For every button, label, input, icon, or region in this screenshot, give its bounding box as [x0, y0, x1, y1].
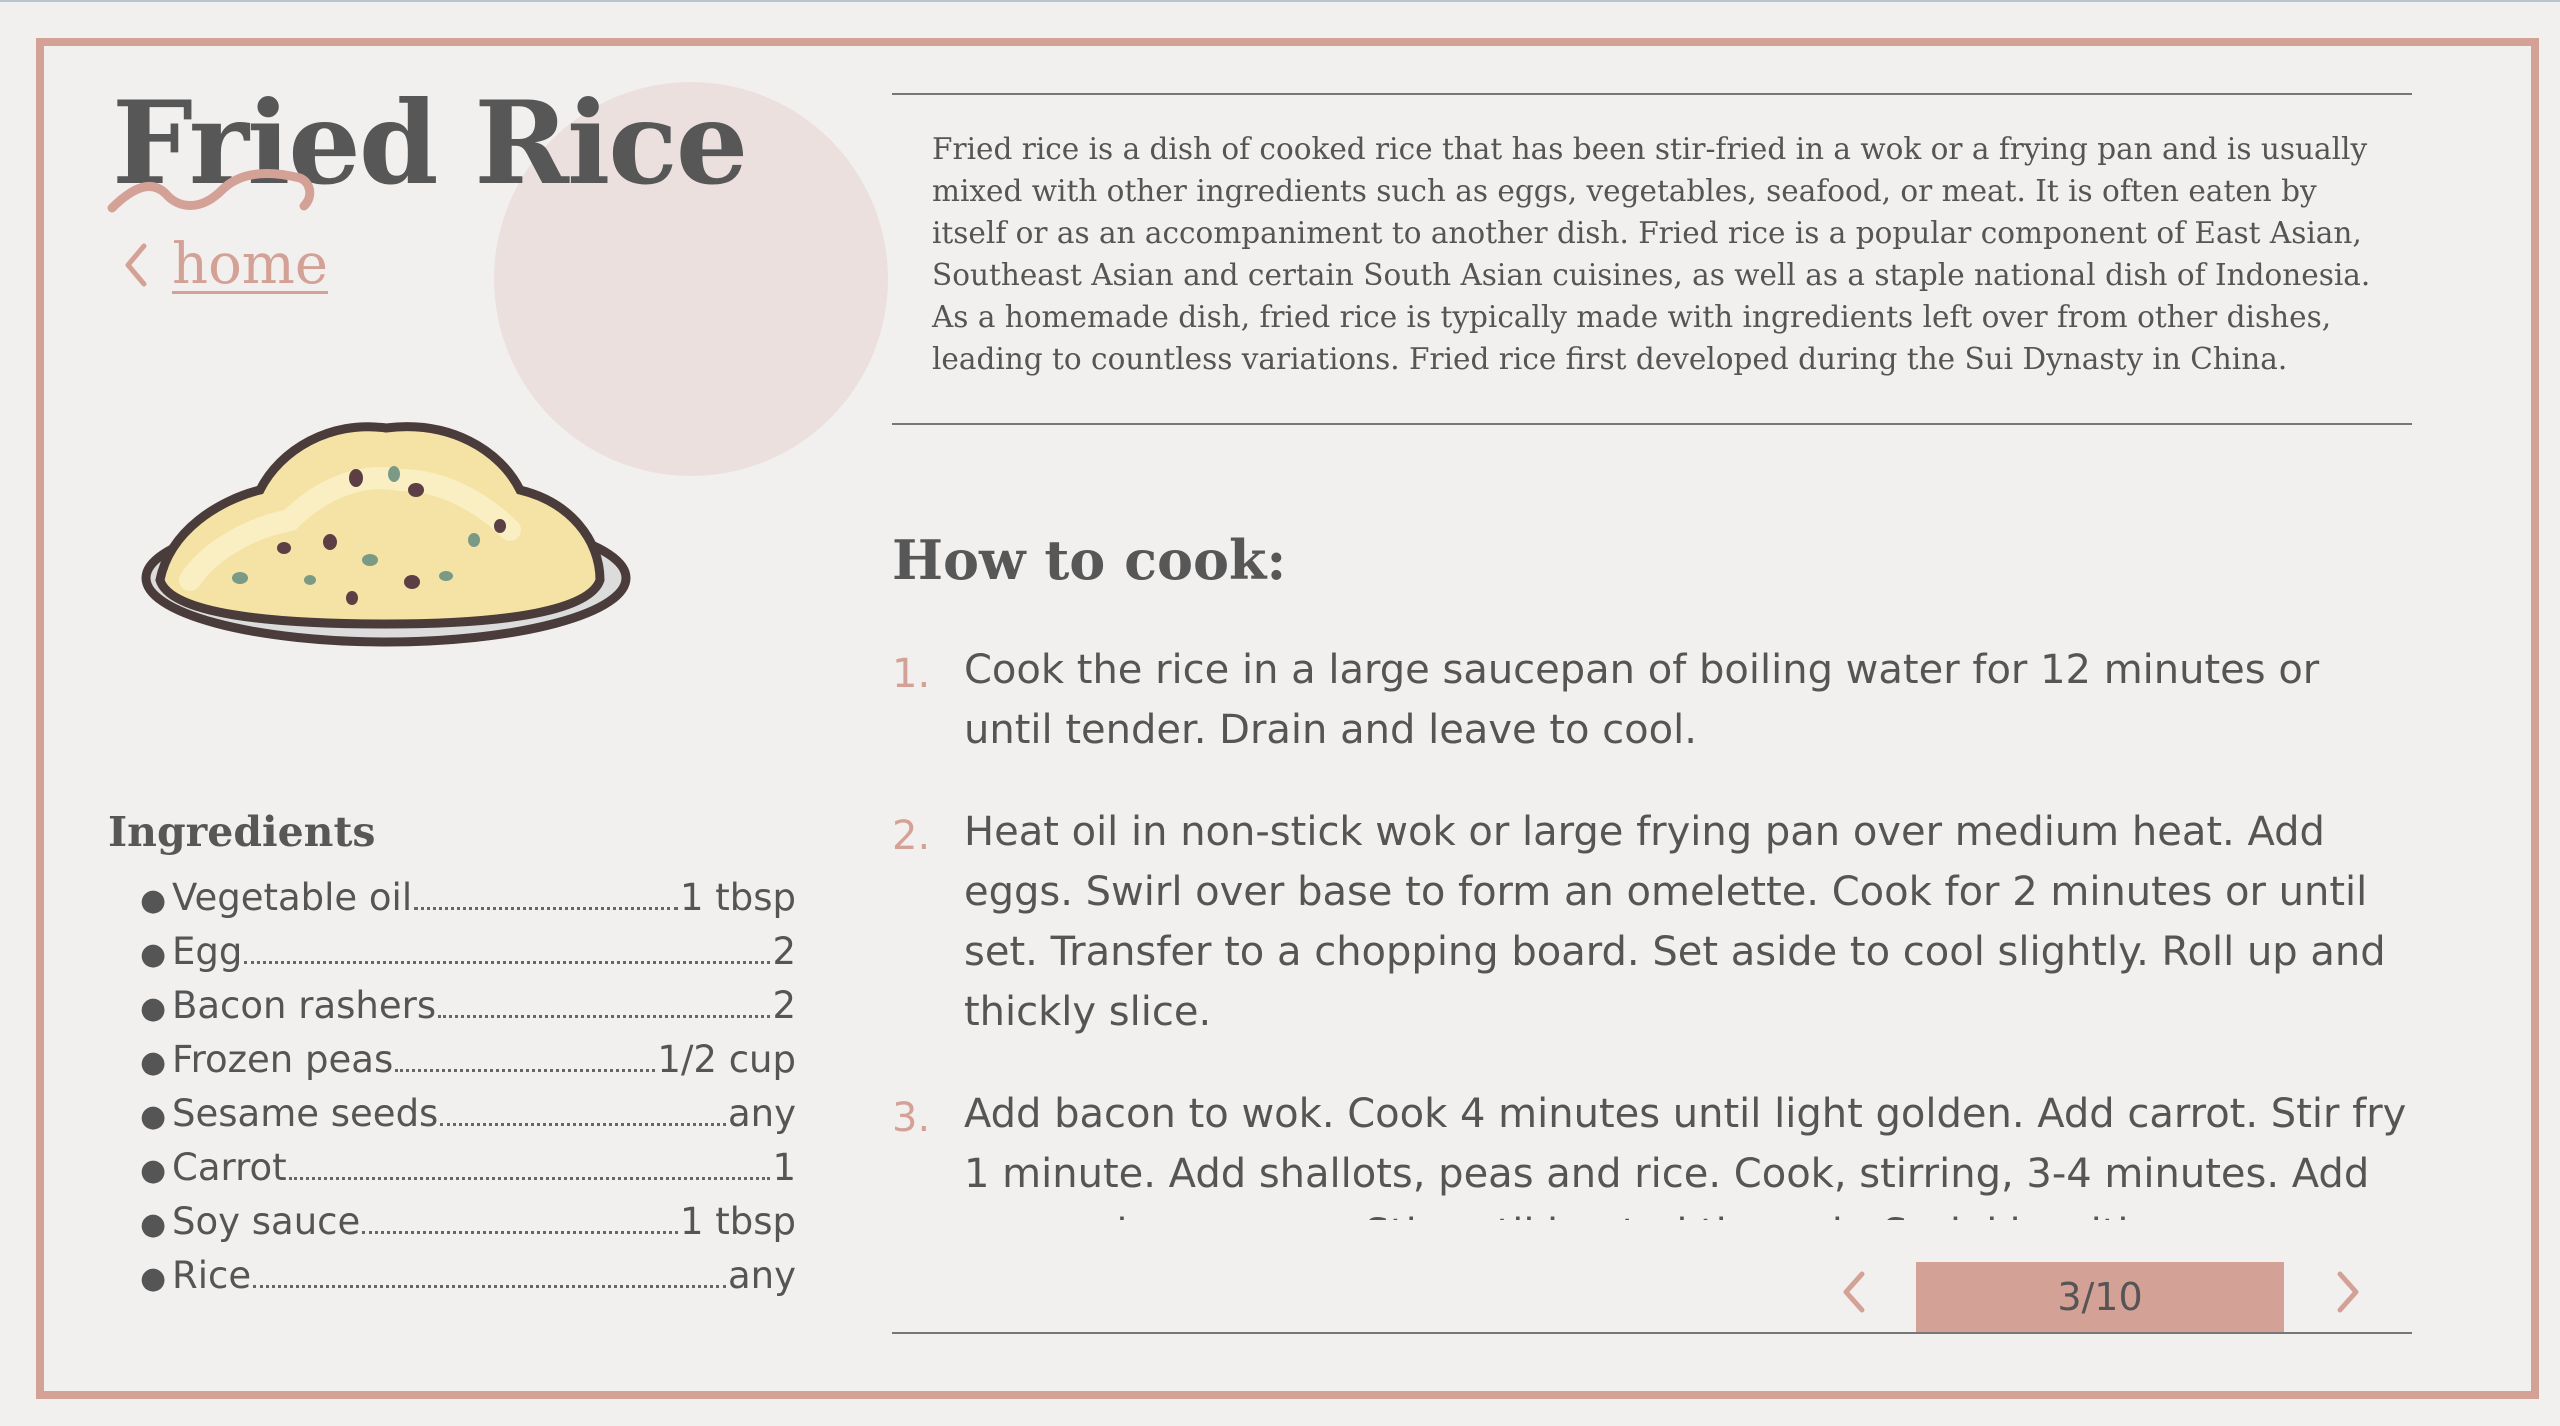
- bullet-icon: ●: [140, 937, 167, 972]
- ingredient-qty: 1 tbsp: [679, 876, 796, 919]
- ingredient-qty: 2: [772, 930, 796, 973]
- dot-leader: [253, 1285, 726, 1288]
- steps-scroll-area[interactable]: 1. Cook the rice in a large saucepan of b…: [892, 640, 2412, 1220]
- ingredient-item: ● Vegetable oil 1 tbsp: [140, 876, 796, 930]
- dot-leader: [362, 1231, 678, 1234]
- next-page-button[interactable]: [2334, 1268, 2364, 1316]
- ingredient-item: ● Egg 2: [140, 930, 796, 984]
- bullet-icon: ●: [140, 991, 167, 1026]
- chevron-left-icon: [125, 243, 147, 286]
- ingredient-qty: 1: [772, 1146, 796, 1189]
- step-item: 2. Heat oil in non-stick wok or large fry…: [892, 802, 2412, 1042]
- step-item: 3. Add bacon to wok. Cook 4 minutes until…: [892, 1084, 2412, 1220]
- bullet-icon: ●: [140, 1261, 167, 1296]
- step-text: Heat oil in non-stick wok or large fryin…: [964, 809, 2386, 1035]
- dot-leader: [395, 1069, 656, 1072]
- step-number: 1.: [892, 651, 931, 697]
- ingredient-name: Frozen peas: [172, 1038, 394, 1081]
- dot-leader: [288, 1177, 771, 1180]
- steps-list: 1. Cook the rice in a large saucepan of b…: [892, 640, 2412, 1220]
- ingredient-qty: 1/2 cup: [657, 1038, 796, 1081]
- step-number: 3.: [892, 1095, 931, 1141]
- ingredient-item: ● Carrot 1: [140, 1146, 796, 1200]
- ingredient-qty: any: [727, 1092, 796, 1135]
- ingredient-item: ● Soy sauce 1 tbsp: [140, 1200, 796, 1254]
- ingredient-name: Carrot: [172, 1146, 287, 1189]
- step-text: Add bacon to wok. Cook 4 minutes until l…: [964, 1091, 2407, 1220]
- prev-page-button[interactable]: [1838, 1268, 1868, 1316]
- step-number: 2.: [892, 813, 931, 859]
- description-bottom-rule: [892, 423, 2412, 425]
- ingredients-list: ● Vegetable oil 1 tbsp ● Egg 2 ● Bacon rasher…: [140, 876, 796, 1308]
- ingredient-name: Soy sauce: [172, 1200, 361, 1243]
- step-item: 1. Cook the rice in a large saucepan of b…: [892, 640, 2412, 760]
- ingredient-name: Egg: [172, 930, 243, 973]
- home-link-label: home: [172, 232, 329, 297]
- description-top-rule: [892, 93, 2412, 95]
- bullet-icon: ●: [140, 883, 167, 918]
- ingredient-name: Bacon rashers: [172, 984, 437, 1027]
- dot-leader: [440, 1123, 726, 1126]
- page-indicator: 3/10: [1916, 1262, 2284, 1332]
- bullet-icon: ●: [140, 1099, 167, 1134]
- ingredient-item: ● Bacon rashers 2: [140, 984, 796, 1038]
- bullet-icon: ●: [140, 1045, 167, 1080]
- step-text: Cook the rice in a large saucepan of boi…: [964, 647, 2320, 753]
- recipe-description: Fried rice is a dish of cooked rice that…: [932, 132, 2371, 376]
- ingredient-item: ● Rice any: [140, 1254, 796, 1308]
- ingredient-qty: any: [727, 1254, 796, 1297]
- ingredients-heading: Ingredients: [108, 808, 376, 856]
- ingredient-name: Rice: [172, 1254, 252, 1297]
- dot-leader: [438, 1015, 771, 1018]
- ingredient-name: Sesame seeds: [172, 1092, 439, 1135]
- home-link[interactable]: home: [120, 232, 328, 297]
- ingredient-item: ● Frozen peas 1/2 cup: [140, 1038, 796, 1092]
- ingredient-qty: 1 tbsp: [679, 1200, 796, 1243]
- dot-leader: [414, 907, 678, 910]
- dot-leader: [244, 961, 771, 964]
- how-to-cook-heading: How to cook:: [892, 528, 1287, 592]
- fried-rice-plate-icon: [141, 422, 631, 647]
- bullet-icon: ●: [140, 1153, 167, 1188]
- title-underline-squiggle: [107, 169, 315, 213]
- bullet-icon: ●: [140, 1207, 167, 1242]
- window-top-line: [0, 0, 2560, 2]
- steps-bottom-rule: [892, 1332, 2412, 1334]
- ingredient-item: ● Sesame seeds any: [140, 1092, 796, 1146]
- ingredient-name: Vegetable oil: [172, 876, 413, 919]
- ingredient-qty: 2: [772, 984, 796, 1027]
